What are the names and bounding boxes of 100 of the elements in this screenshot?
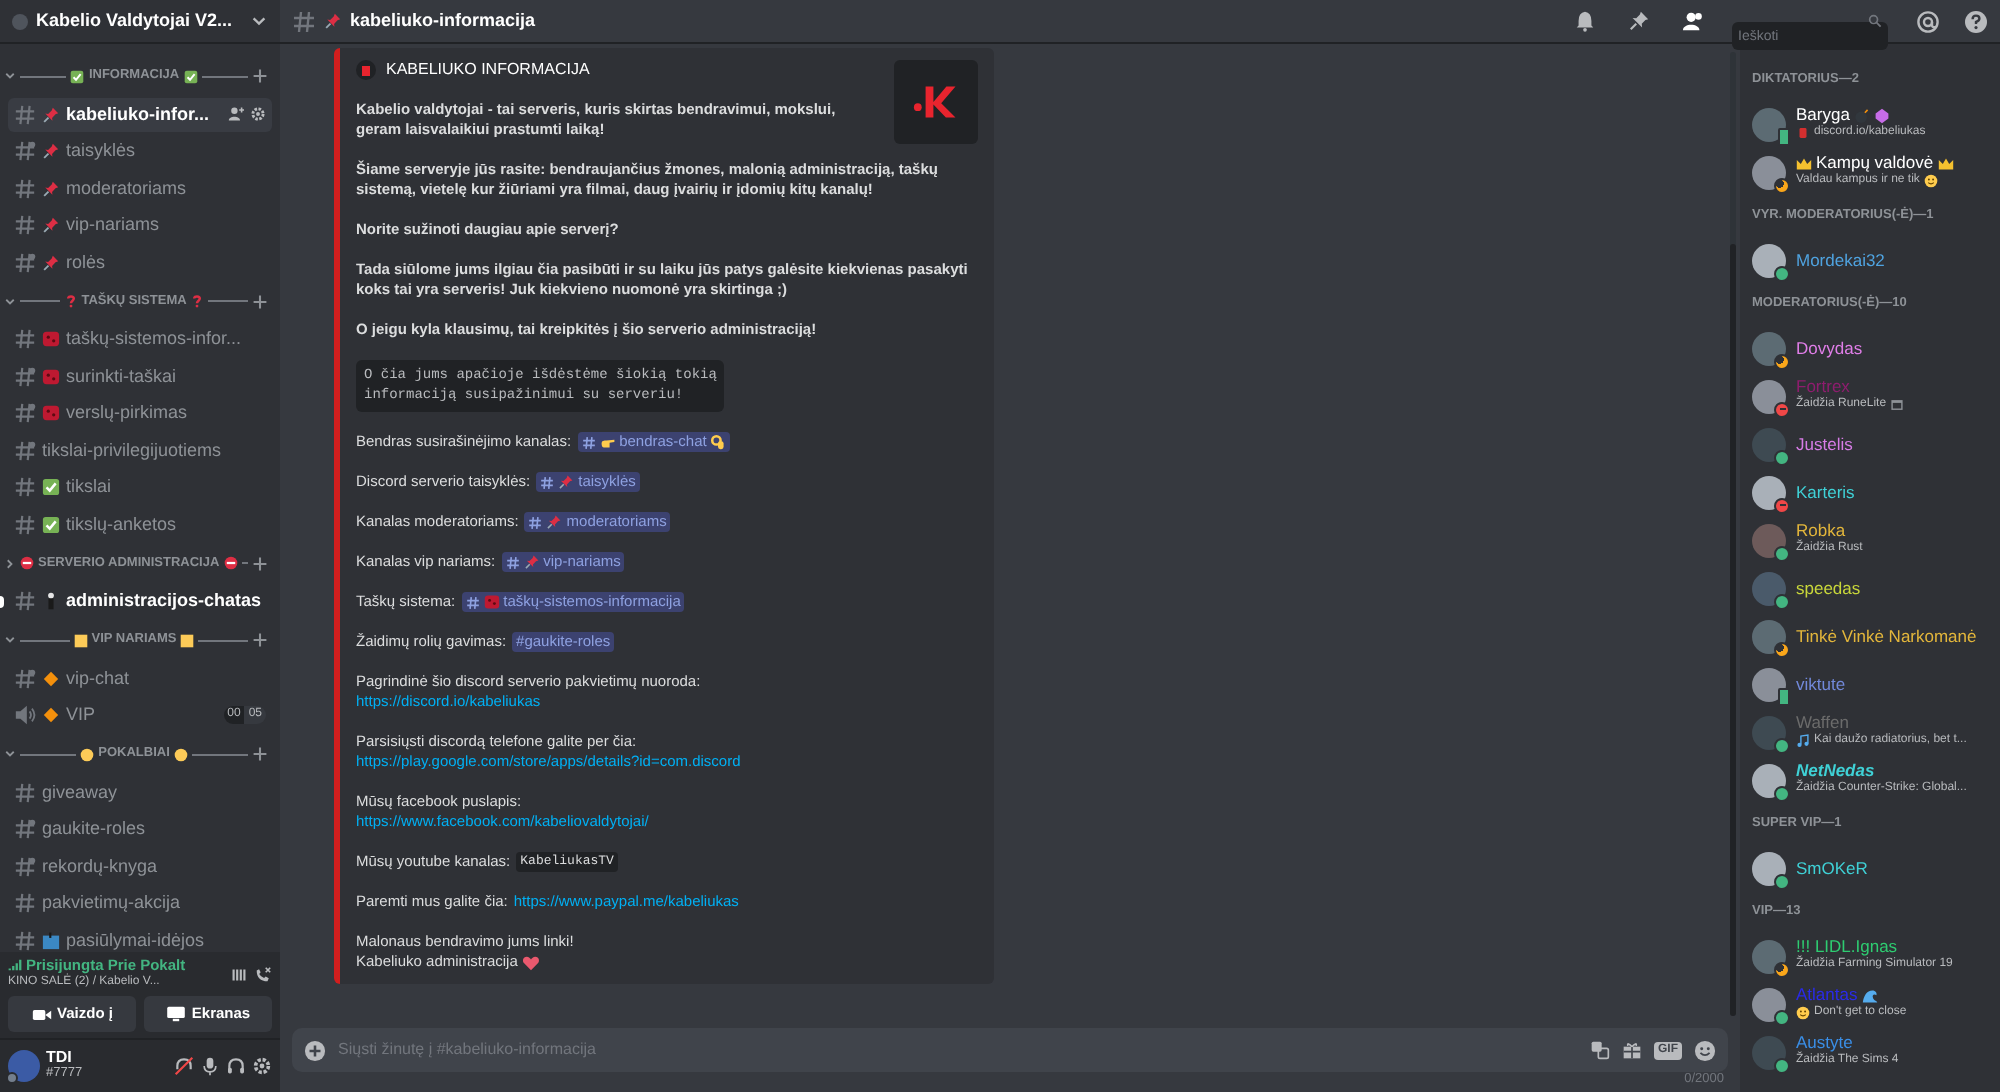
crown-icon (1796, 155, 1812, 171)
channel-item[interactable]: pasiūlymai-idėjos (8, 923, 272, 952)
channel-item[interactable]: tikslai-privilegijuotiems (8, 433, 272, 468)
figure-icon (42, 592, 60, 611)
member-name: Robka (1796, 522, 1846, 540)
mobile-status-icon (1778, 127, 1790, 145)
do-not-disturb-icon (1774, 497, 1790, 513)
blob-icon (42, 367, 60, 386)
mention-icon[interactable] (1916, 9, 1940, 33)
hash-icon (581, 435, 596, 449)
plus-icon[interactable] (252, 293, 269, 309)
restricted-hash-icon (14, 140, 36, 163)
add-member-icon[interactable] (228, 106, 244, 123)
restricted-hash-icon (14, 365, 36, 388)
channel-item[interactable]: kabeliuko-infor... (8, 97, 272, 132)
username: TDI (46, 1050, 74, 1066)
headphones-icon[interactable] (226, 1056, 246, 1076)
online-status-icon (1774, 873, 1790, 889)
channel-item[interactable]: moderatoriams (8, 171, 272, 206)
plus-icon[interactable] (252, 68, 269, 84)
pin-icon (42, 105, 60, 124)
logo-image (894, 60, 978, 144)
channel-item[interactable]: rolės (8, 245, 272, 280)
blob-icon (42, 404, 60, 423)
channel-item[interactable]: taisyklės (8, 134, 272, 169)
member-item[interactable]: speedas (1752, 564, 1988, 612)
hash-icon (540, 475, 555, 489)
channel-item[interactable]: tikslų-anketos (8, 507, 272, 542)
no-entry-icon (20, 556, 34, 570)
smiley-face-icon[interactable] (1694, 1039, 1716, 1061)
channel-item[interactable]: taškų-sistemos-infor... (8, 322, 272, 357)
channel-item[interactable]: tikslai (8, 470, 272, 505)
bars-icon[interactable] (230, 965, 248, 983)
member-name: viktute (1796, 675, 1846, 693)
chevron-icon[interactable] (4, 557, 16, 569)
pointing-hand-icon (599, 434, 616, 450)
hash-icon (14, 177, 36, 200)
member-item[interactable]: Karteris (1752, 468, 1988, 516)
hash-icon (14, 214, 36, 237)
channel-item[interactable]: vip-nariams (8, 208, 272, 243)
server-name[interactable]: Kabelio Valdytojai V2... (36, 7, 242, 35)
circle-icon (80, 747, 95, 761)
pin-icon[interactable] (1628, 10, 1650, 32)
chevron-icon[interactable] (4, 70, 16, 82)
plus-circle-icon[interactable] (304, 1039, 326, 1061)
channel-item[interactable]: verslų-pirkimas (8, 396, 272, 431)
member-item[interactable]: Tinkė Vinkė Narkomanė (1752, 612, 1988, 660)
channel-item[interactable]: vip-chat (8, 661, 272, 696)
plus-icon[interactable] (252, 746, 268, 762)
chevron-icon[interactable] (4, 634, 16, 646)
chevron-down-icon[interactable] (250, 12, 268, 30)
mobile-status-icon (1778, 687, 1790, 705)
hash-icon (14, 781, 36, 804)
translate-icon[interactable] (1590, 1040, 1610, 1060)
channel-item[interactable]: surinkti-taškai (8, 359, 272, 394)
channel-item[interactable]: giveaway (8, 775, 272, 810)
member-name: Waffen (1796, 714, 1849, 732)
online-status-icon (1774, 1009, 1790, 1025)
settings-icon[interactable] (252, 1056, 272, 1076)
channel-item[interactable]: rekordų-knyga (8, 849, 272, 884)
user-avatar[interactable] (8, 1050, 40, 1082)
pin-icon (42, 142, 60, 161)
member-item[interactable]: viktute (1752, 660, 1988, 708)
member-name: Kampų valdovė (1816, 154, 1934, 172)
idle-moon-icon (1774, 641, 1790, 657)
help-icon[interactable] (1964, 9, 1988, 33)
speaker-icon (14, 704, 36, 727)
restricted-hash-icon (14, 818, 36, 841)
wave-icon (1861, 987, 1878, 1003)
hash-icon (14, 328, 36, 351)
hash-icon (528, 515, 543, 529)
disconnect-call-icon[interactable] (254, 965, 272, 983)
plus-icon[interactable] (252, 555, 268, 571)
online-status-icon (1774, 265, 1790, 281)
check-icon (183, 69, 198, 83)
member-item[interactable]: Mordekai32 (1752, 236, 1988, 284)
chevron-icon[interactable] (4, 295, 16, 307)
restricted-hash-icon (14, 855, 36, 878)
slashed-headset-icon[interactable] (174, 1056, 194, 1076)
plus-icon[interactable] (252, 632, 268, 648)
pin-icon (558, 474, 575, 490)
member-name: Fortrex (1796, 378, 1850, 396)
settings-icon[interactable] (250, 106, 266, 123)
chevron-icon[interactable] (4, 748, 16, 760)
pin-icon (42, 216, 60, 235)
member-item[interactable]: Dovydas (1752, 324, 1988, 372)
microphone-icon[interactable] (200, 1056, 220, 1076)
channel-item[interactable]: pakvietimų-akcija (8, 886, 272, 921)
members-icon[interactable] (1682, 10, 1704, 32)
member-item[interactable]: SmOKeR (1752, 844, 1988, 892)
member-item[interactable]: Justelis (1752, 420, 1988, 468)
do-not-disturb-icon (1774, 401, 1790, 417)
circle-icon (173, 747, 188, 761)
bomb-icon (1853, 107, 1870, 123)
bell-icon[interactable] (1574, 10, 1596, 32)
member-name: Tinkė Vinkė Narkomanė (1796, 627, 1977, 645)
channel-item[interactable]: administracijos-chatas (8, 584, 272, 619)
smiley-icon (1923, 174, 1938, 188)
channel-item[interactable]: gaukite-roles (8, 812, 272, 847)
gift-icon[interactable] (1622, 1040, 1642, 1060)
